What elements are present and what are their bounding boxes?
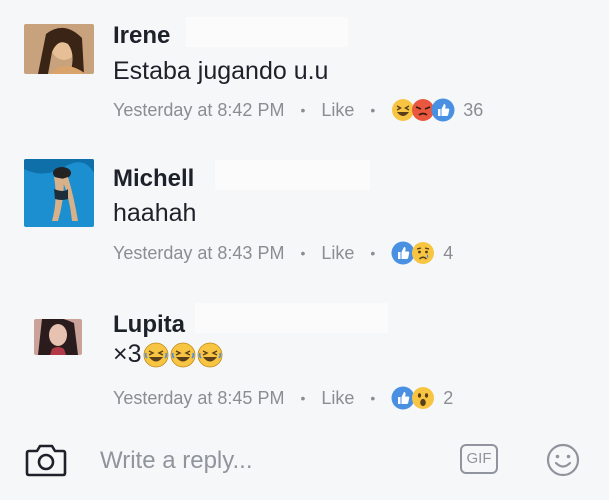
comment-text: ×3 [113,339,223,369]
avatar-image [24,24,94,74]
avatar[interactable] [24,159,94,227]
comment-meta: Yesterday at 8:43 PM • Like • 4 [113,238,453,268]
separator-dot: • [300,390,306,406]
gif-button[interactable]: GIF [460,444,498,474]
like-button[interactable]: Like [321,243,354,264]
timestamp[interactable]: Yesterday at 8:45 PM [113,388,284,409]
separator-dot: • [370,390,376,406]
reaction-count[interactable]: 4 [443,243,453,264]
comment-meta: Yesterday at 8:45 PM • Like • 2 [113,383,453,413]
separator-dot: • [370,102,376,118]
avatar-image [34,319,82,355]
redaction [215,160,370,190]
redaction [195,303,388,333]
laughing-icon [170,342,195,368]
separator-dot: • [300,245,306,261]
like-button[interactable]: Like [321,388,354,409]
wow-icon [412,387,435,409]
reaction-count[interactable]: 2 [443,388,453,409]
avatar-image [24,159,94,227]
avatar[interactable] [24,24,94,74]
comment-text: Estaba jugando u.u [113,57,329,85]
laughing-emoji-group [142,342,223,368]
reaction-count[interactable]: 36 [463,100,483,121]
reply-bar: GIF [0,430,609,492]
avatar[interactable] [34,319,82,355]
timestamp[interactable]: Yesterday at 8:43 PM [113,243,284,264]
separator-dot: • [370,245,376,261]
laughing-icon [143,342,168,368]
commenter-name[interactable]: Michell [113,165,194,193]
timestamp[interactable]: Yesterday at 8:42 PM [113,100,284,121]
camera-icon[interactable] [25,442,67,478]
reactions[interactable] [391,241,435,265]
separator-dot: • [300,102,306,118]
commenter-name[interactable]: Irene [113,22,170,50]
comment-meta: Yesterday at 8:42 PM • Like • 36 [113,95,483,125]
reactions[interactable] [391,98,455,122]
sad-icon [412,242,435,264]
reply-input[interactable] [98,444,422,478]
laughing-icon [197,342,222,368]
redaction [186,17,348,47]
reactions[interactable] [391,386,435,410]
commenter-name[interactable]: Lupita [113,311,185,339]
smiley-icon[interactable] [545,442,581,478]
comment-text-value: ×3 [113,340,142,368]
like-icon [431,98,455,122]
like-button[interactable]: Like [321,100,354,121]
comment-text: haahah [113,199,197,227]
